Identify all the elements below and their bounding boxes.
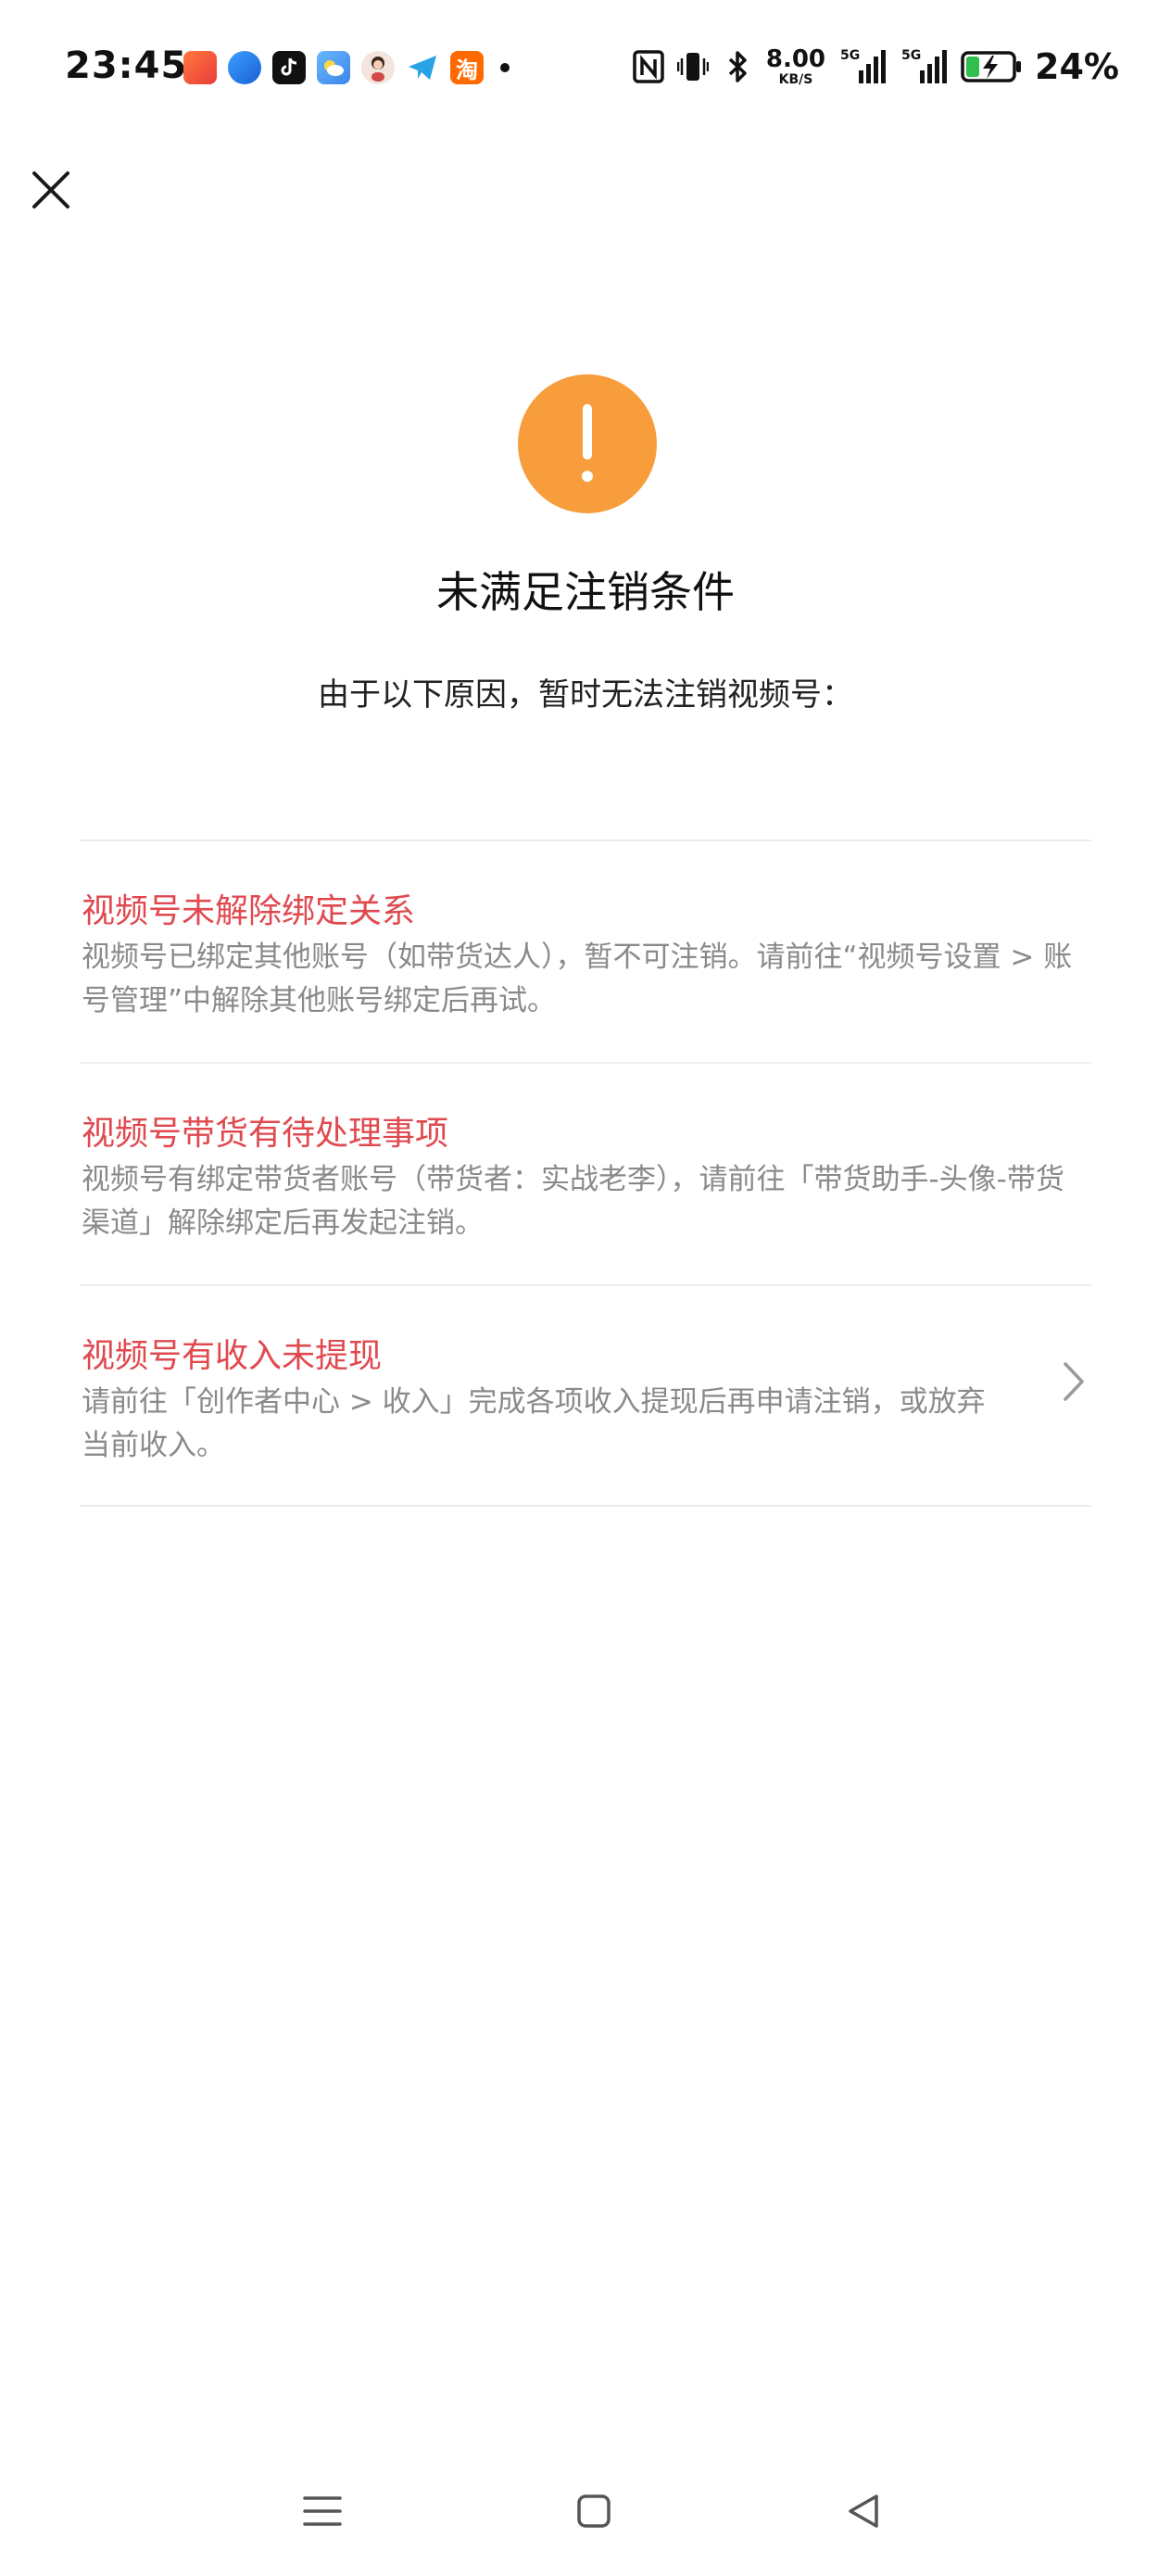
reasons-list: 视频号未解除绑定关系 视频号已绑定其他账号（如带货达人），暂不可注销。请前往“视… xyxy=(80,840,1091,1507)
reason-title: 视频号有收入未提现 xyxy=(82,1337,383,1375)
page-title: 未满足注销条件 xyxy=(436,567,735,617)
page-subtitle: 由于以下原因，暂时无法注销视频号： xyxy=(318,676,853,713)
network-speed: 8.00 KB/S xyxy=(766,47,825,86)
network-speed-unit: KB/S xyxy=(778,72,813,87)
signal-icon xyxy=(920,50,948,83)
warning-icon-dot xyxy=(582,471,593,482)
back-button[interactable] xyxy=(836,2483,891,2539)
cell-signal-2: 5G xyxy=(900,48,948,85)
recent-apps-button[interactable] xyxy=(295,2483,350,2539)
reason-pending-commerce: 视频号带货有待处理事项 视频号有绑定带货者账号（带货者：实战老李），请前往「带货… xyxy=(80,1064,1091,1284)
photos-app-icon xyxy=(183,51,217,84)
battery-percent: 24% xyxy=(1035,46,1119,87)
status-time: 23:45 xyxy=(65,44,188,87)
signal-icon xyxy=(859,50,887,83)
chevron-right-icon xyxy=(1064,1362,1084,1401)
reason-title: 视频号未解除绑定关系 xyxy=(82,892,416,930)
system-nav-bar xyxy=(0,2483,1171,2539)
battery-icon xyxy=(961,51,1022,82)
warning-icon-bar xyxy=(583,404,592,460)
close-icon xyxy=(32,171,69,208)
more-notifications-dot xyxy=(500,63,510,72)
avatar-app-icon xyxy=(361,51,395,84)
warning-icon xyxy=(518,374,657,513)
status-bar: 23:45 淘 8.00 KB/S 5G 5G 24% xyxy=(0,0,1171,139)
system-status: 8.00 KB/S 5G 5G 24% xyxy=(620,46,1119,87)
telegram-app-icon xyxy=(406,51,439,84)
home-button[interactable] xyxy=(566,2483,622,2539)
taobao-app-icon: 淘 xyxy=(450,51,484,84)
reason-unwithdrawn-income[interactable]: 视频号有收入未提现 请前往「创作者中心 > 收入」完成各项收入提现后再申请注销，… xyxy=(80,1286,1091,1505)
network-speed-value: 8.00 xyxy=(765,45,826,73)
notification-icons: 淘 xyxy=(183,51,510,84)
tiktok-app-icon xyxy=(272,51,306,84)
bluetooth-icon xyxy=(728,51,747,82)
nfc-icon xyxy=(633,50,664,83)
menu-icon xyxy=(303,2496,342,2526)
reason-unbind-accounts: 视频号未解除绑定关系 视频号已绑定其他账号（如带货达人），暂不可注销。请前往“视… xyxy=(80,841,1091,1062)
weather-app-icon xyxy=(317,51,350,84)
close-button[interactable] xyxy=(28,167,74,213)
home-icon xyxy=(577,2494,611,2528)
reason-description: 视频号有绑定带货者账号（带货者：实战老李），请前往「带货助手-头像-带货渠道」解… xyxy=(82,1163,1064,1240)
vibrate-icon xyxy=(676,53,709,81)
reason-title: 视频号带货有待处理事项 xyxy=(82,1115,449,1153)
reason-description: 视频号已绑定其他账号（如带货达人），暂不可注销。请前往“视频号设置 > 账号管理… xyxy=(82,941,1073,1017)
browser-app-icon xyxy=(228,51,261,84)
reason-description: 请前往「创作者中心 > 收入」完成各项收入提现后再申请注销，或放弃当前收入。 xyxy=(82,1385,986,1462)
back-icon xyxy=(849,2494,878,2528)
divider xyxy=(80,1505,1091,1507)
cell-signal-1: 5G xyxy=(838,48,887,85)
